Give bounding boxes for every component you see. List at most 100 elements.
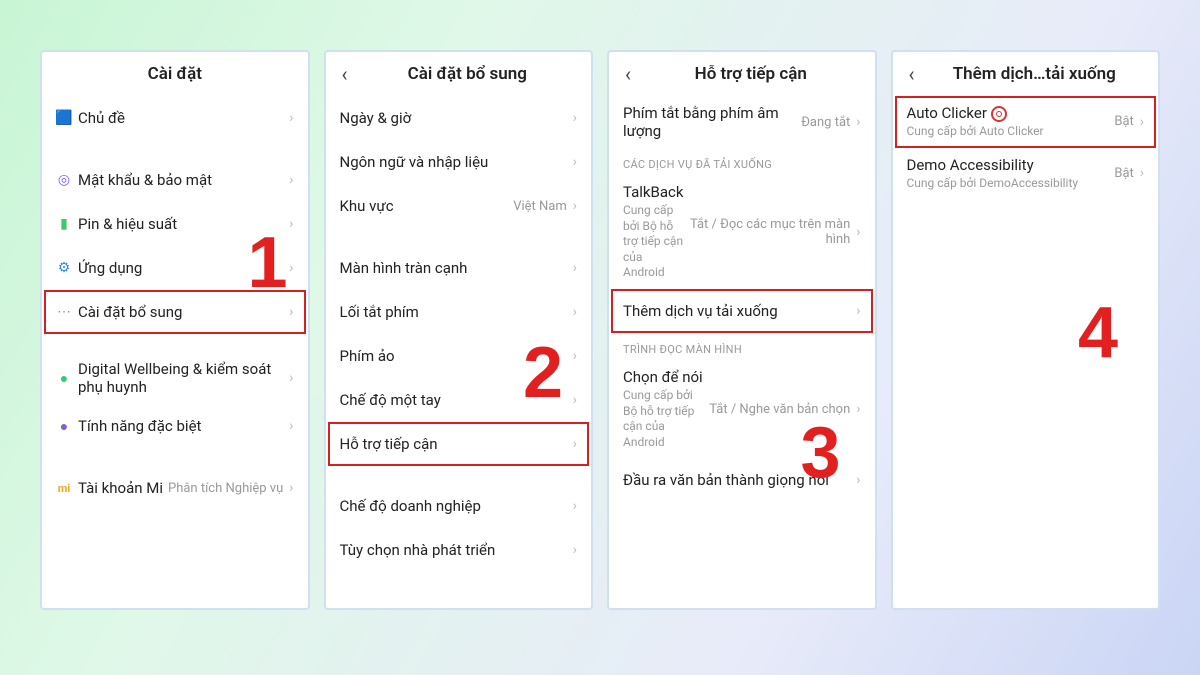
chevron-right-icon: › (856, 472, 860, 488)
chevron-right-icon: › (289, 216, 293, 232)
panel-accessibility: ‹ Hỗ trợ tiếp cận Phím tắt bằng phím âm … (607, 50, 877, 610)
chevron-right-icon: › (573, 392, 577, 408)
chevron-right-icon: › (289, 110, 293, 126)
row-value: Việt Nam (513, 199, 567, 214)
settings-row[interactable]: Ngôn ngữ và nhập liệu› (326, 140, 592, 184)
settings-row[interactable]: ●Digital Wellbeing & kiểm soát phụ huynh… (42, 352, 308, 404)
settings-row[interactable]: ●Tính năng đặc biệt› (42, 404, 308, 448)
settings-row[interactable]: Thêm dịch vụ tải xuống› (609, 289, 875, 333)
back-icon[interactable]: ‹ (336, 62, 354, 86)
row-label: Cài đặt bổ sung (78, 303, 289, 321)
row-icon: ▮ (50, 216, 78, 232)
row-icon: ● (50, 418, 78, 435)
row-icon: ◎ (50, 172, 78, 188)
settings-row[interactable]: ◎Mật khẩu & bảo mật› (42, 158, 308, 202)
row-label: Chủ đề (78, 109, 289, 127)
chevron-right-icon: › (573, 436, 577, 452)
row-icon: ⚙ (50, 260, 78, 276)
chevron-right-icon: › (289, 418, 293, 434)
settings-row[interactable]: TalkBackCung cấp bởi Bộ hỗ trợ tiếp cận … (609, 175, 875, 289)
settings-row[interactable]: Ngày & giờ› (326, 96, 592, 140)
settings-row[interactable]: Màn hình tràn cạnh› (326, 246, 592, 290)
chevron-right-icon: › (856, 224, 860, 240)
settings-row[interactable]: Chế độ một tay› (326, 378, 592, 422)
chevron-right-icon: › (856, 401, 860, 417)
chevron-right-icon: › (289, 480, 293, 496)
row-label: Phím tắt bằng phím âm lượng (623, 104, 801, 140)
row-label: Tùy chọn nhà phát triển (340, 541, 573, 559)
row-value: Đang tắt (801, 115, 850, 130)
chevron-right-icon: › (573, 498, 577, 514)
row-label: Auto ClickerCung cấp bởi Auto Clicker (907, 104, 1115, 140)
settings-row[interactable]: ▮Pin & hiệu suất› (42, 202, 308, 246)
chevron-right-icon: › (573, 260, 577, 276)
chevron-right-icon: › (573, 154, 577, 170)
row-subtitle: Cung cấp bởi DemoAccessibility (907, 176, 1115, 192)
header: ‹ Hỗ trợ tiếp cận (609, 52, 875, 96)
row-label: Thêm dịch vụ tải xuống (623, 302, 856, 320)
settings-row[interactable]: Demo AccessibilityCung cấp bởi DemoAcces… (893, 148, 1159, 200)
row-icon: ⋯ (50, 304, 78, 320)
panel-additional-settings: ‹ Cài đặt bổ sung Ngày & giờ›Ngôn ngữ và… (324, 50, 594, 610)
settings-row[interactable]: Hỗ trợ tiếp cận› (326, 422, 592, 466)
panel-settings: Cài đặt 🟦Chủ đề›◎Mật khẩu & bảo mật›▮Pin… (40, 50, 310, 610)
row-label: Chế độ doanh nghiệp (340, 497, 573, 515)
row-label: Phím ảo (340, 347, 573, 365)
row-label: Hỗ trợ tiếp cận (340, 435, 573, 453)
page-title: Thêm dịch…tải xuống (921, 64, 1149, 84)
settings-row[interactable]: Phím ảo› (326, 334, 592, 378)
step-number: 4 (1078, 292, 1118, 374)
chevron-right-icon: › (289, 260, 293, 276)
row-label: Ngôn ngữ và nhập liệu (340, 153, 573, 171)
settings-row[interactable]: Chế độ doanh nghiệp› (326, 484, 592, 528)
chevron-right-icon: › (289, 370, 293, 386)
settings-row[interactable]: Khu vựcViệt Nam› (326, 184, 592, 228)
row-subtitle: Cung cấp bởi Bộ hỗ trợ tiếp cận của Andr… (623, 203, 684, 281)
row-label: Digital Wellbeing & kiểm soát phụ huynh (78, 360, 289, 396)
row-label: Chế độ một tay (340, 391, 573, 409)
row-label: Chọn để nóiCung cấp bởi Bộ hỗ trợ tiếp c… (623, 368, 709, 450)
section-header: TRÌNH ĐỌC MÀN HÌNH (609, 333, 875, 360)
chevron-right-icon: › (573, 110, 577, 126)
settings-row[interactable]: ⋯Cài đặt bổ sung› (42, 290, 308, 334)
row-value: Bật (1114, 166, 1133, 181)
settings-row[interactable]: Phím tắt bằng phím âm lượngĐang tắt› (609, 96, 875, 148)
row-label: Màn hình tràn cạnh (340, 259, 573, 277)
row-label: TalkBackCung cấp bởi Bộ hỗ trợ tiếp cận … (623, 183, 684, 281)
chevron-right-icon: › (1140, 114, 1144, 130)
header: ‹ Cài đặt bổ sung (326, 52, 592, 96)
page-title: Hỗ trợ tiếp cận (637, 64, 865, 84)
chevron-right-icon: › (573, 304, 577, 320)
settings-row[interactable]: 🟦Chủ đề› (42, 96, 308, 140)
row-label: Demo AccessibilityCung cấp bởi DemoAcces… (907, 156, 1115, 192)
settings-row[interactable]: Tùy chọn nhà phát triển› (326, 528, 592, 572)
back-icon[interactable]: ‹ (903, 62, 921, 86)
target-icon (991, 106, 1007, 122)
row-label: Pin & hiệu suất (78, 215, 289, 233)
settings-row[interactable]: Chọn để nóiCung cấp bởi Bộ hỗ trợ tiếp c… (609, 360, 875, 458)
row-subtitle: Cung cấp bởi Auto Clicker (907, 124, 1115, 140)
row-label: Mật khẩu & bảo mật (78, 171, 289, 189)
settings-row[interactable]: Auto ClickerCung cấp bởi Auto ClickerBật… (893, 96, 1159, 148)
row-value: Tắt / Nghe văn bản chọn (709, 402, 850, 417)
row-value: Tắt / Đọc các mục trên màn hình (684, 217, 851, 247)
header: Cài đặt (42, 52, 308, 96)
chevron-right-icon: › (289, 172, 293, 188)
row-label: Khu vực (340, 197, 514, 215)
settings-row[interactable]: ⚙Ứng dụng› (42, 246, 308, 290)
row-label: Ngày & giờ (340, 109, 573, 127)
row-icon: 🟦 (50, 110, 78, 126)
chevron-right-icon: › (289, 304, 293, 320)
row-label: Lối tắt phím (340, 303, 573, 321)
settings-row[interactable]: miTài khoản MiPhân tích Nghiệp vụ› (42, 466, 308, 510)
settings-row[interactable]: Đầu ra văn bản thành giọng nói› (609, 458, 875, 502)
chevron-right-icon: › (856, 303, 860, 319)
back-icon[interactable]: ‹ (619, 62, 637, 86)
row-label: Tính năng đặc biệt (78, 417, 289, 435)
row-value: Bật (1114, 114, 1133, 129)
settings-row[interactable]: Lối tắt phím› (326, 290, 592, 334)
panel-downloaded-services: ‹ Thêm dịch…tải xuống Auto ClickerCung c… (891, 50, 1161, 610)
row-icon: mi (50, 482, 78, 495)
section-header: CÁC DỊCH VỤ ĐÃ TẢI XUỐNG (609, 148, 875, 175)
row-icon: ● (50, 370, 78, 387)
